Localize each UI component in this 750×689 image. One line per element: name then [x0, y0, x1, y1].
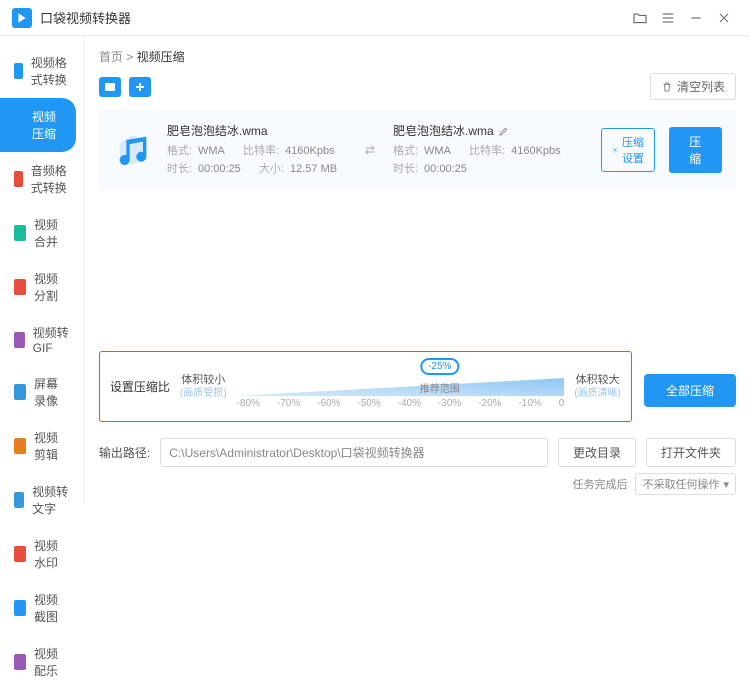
sidebar-item-0[interactable]: 视频格式转换	[0, 44, 84, 98]
sidebar-label: 屏幕录像	[34, 375, 70, 409]
folder-icon[interactable]	[626, 4, 654, 32]
sidebar-icon	[14, 654, 26, 670]
breadcrumb: 首页 > 视频压缩	[99, 44, 736, 73]
sidebar-item-3[interactable]: 视频合并	[0, 206, 84, 260]
swap-icon[interactable]: ⇄	[361, 143, 379, 157]
sidebar-item-9[interactable]: 视频水印	[0, 527, 84, 581]
sidebar-label: 视频剪辑	[34, 429, 70, 463]
output-path-label: 输出路径:	[99, 444, 150, 461]
sidebar-icon	[14, 279, 26, 295]
sidebar-label: 视频配乐	[34, 645, 70, 679]
edit-icon[interactable]	[498, 126, 509, 137]
sidebar-icon	[14, 384, 26, 400]
sidebar-icon	[14, 63, 23, 79]
gear-icon	[612, 144, 618, 156]
after-task-label: 任务完成后	[572, 476, 627, 492]
sidebar-label: 视频压缩	[32, 108, 62, 142]
app-logo	[12, 8, 32, 28]
compression-ratio-panel: 设置压缩比 体积较小(画质受损) -25% 推荐范围 -80%-70%-60%-…	[99, 351, 632, 422]
compress-settings-button[interactable]: 压缩设置	[601, 128, 655, 172]
compress-button[interactable]: 压缩	[669, 127, 722, 173]
chevron-down-icon: ▾	[723, 478, 729, 491]
sidebar-label: 视频转文字	[32, 483, 70, 517]
ratio-value-badge: -25%	[420, 358, 459, 375]
sidebar-item-7[interactable]: 视频剪辑	[0, 419, 84, 473]
change-dir-button[interactable]: 更改目录	[558, 438, 636, 467]
ratio-label: 设置压缩比	[110, 378, 170, 395]
sidebar-item-4[interactable]: 视频分割	[0, 260, 84, 314]
sidebar-item-5[interactable]: 视频转GIF	[0, 314, 84, 365]
breadcrumb-home[interactable]: 首页	[99, 50, 123, 64]
open-folder-button[interactable]: 打开文件夹	[646, 438, 736, 467]
app-title: 口袋视频转换器	[40, 8, 131, 27]
sidebar-item-11[interactable]: 视频配乐	[0, 635, 84, 689]
ratio-slider[interactable]: -25% 推荐范围 -80%-70%-60%-50%-40%-30%-20%-1…	[237, 360, 565, 413]
sidebar-label: 视频格式转换	[31, 54, 70, 88]
trash-icon	[661, 81, 673, 93]
breadcrumb-current: 视频压缩	[137, 50, 185, 64]
compress-all-button[interactable]: 全部压缩	[644, 374, 736, 407]
file-item: 肥皂泡泡结冰.wma 格式:WMA 比特率:4160Kpbs 时长:00:00:…	[99, 110, 736, 190]
source-filename: 肥皂泡泡结冰.wma	[167, 122, 347, 141]
sidebar-item-8[interactable]: 视频转文字	[0, 473, 84, 527]
sidebar-icon	[14, 438, 26, 454]
sidebar-label: 视频分割	[34, 270, 70, 304]
sidebar-icon	[14, 332, 25, 348]
sidebar-label: 视频转GIF	[33, 324, 70, 355]
after-task-select[interactable]: 不采取任何操作▾	[635, 473, 736, 495]
sidebar-icon	[14, 171, 23, 187]
output-path-input[interactable]: C:\Users\Administrator\Desktop\口袋视频转换器	[160, 438, 548, 467]
sidebar-label: 视频截图	[34, 591, 70, 625]
sidebar-label: 视频合并	[34, 216, 70, 250]
sidebar-item-2[interactable]: 音频格式转换	[0, 152, 84, 206]
sidebar-icon	[14, 492, 24, 508]
sidebar-item-1[interactable]: 视频压缩	[0, 98, 76, 152]
sidebar-item-10[interactable]: 视频截图	[0, 581, 84, 635]
ratio-small-label: 体积较小(画质受损)	[180, 373, 227, 400]
sidebar-label: 视频水印	[34, 537, 70, 571]
sidebar-icon	[14, 117, 24, 133]
sidebar-icon	[14, 546, 26, 562]
minimize-icon[interactable]	[682, 4, 710, 32]
sidebar: 视频格式转换视频压缩音频格式转换视频合并视频分割视频转GIF屏幕录像视频剪辑视频…	[0, 36, 85, 503]
add-folder-button[interactable]	[129, 77, 151, 97]
output-filename: 肥皂泡泡结冰.wma	[393, 122, 494, 141]
add-file-button[interactable]	[99, 77, 121, 97]
sidebar-item-6[interactable]: 屏幕录像	[0, 365, 84, 419]
audio-thumb-icon	[113, 127, 153, 173]
sidebar-label: 音频格式转换	[31, 162, 70, 196]
ratio-large-label: 体积较大(画质清晰)	[574, 373, 621, 400]
clear-list-button[interactable]: 清空列表	[650, 73, 736, 100]
sidebar-icon	[14, 225, 26, 241]
menu-icon[interactable]	[654, 4, 682, 32]
close-icon[interactable]	[710, 4, 738, 32]
sidebar-icon	[14, 600, 26, 616]
